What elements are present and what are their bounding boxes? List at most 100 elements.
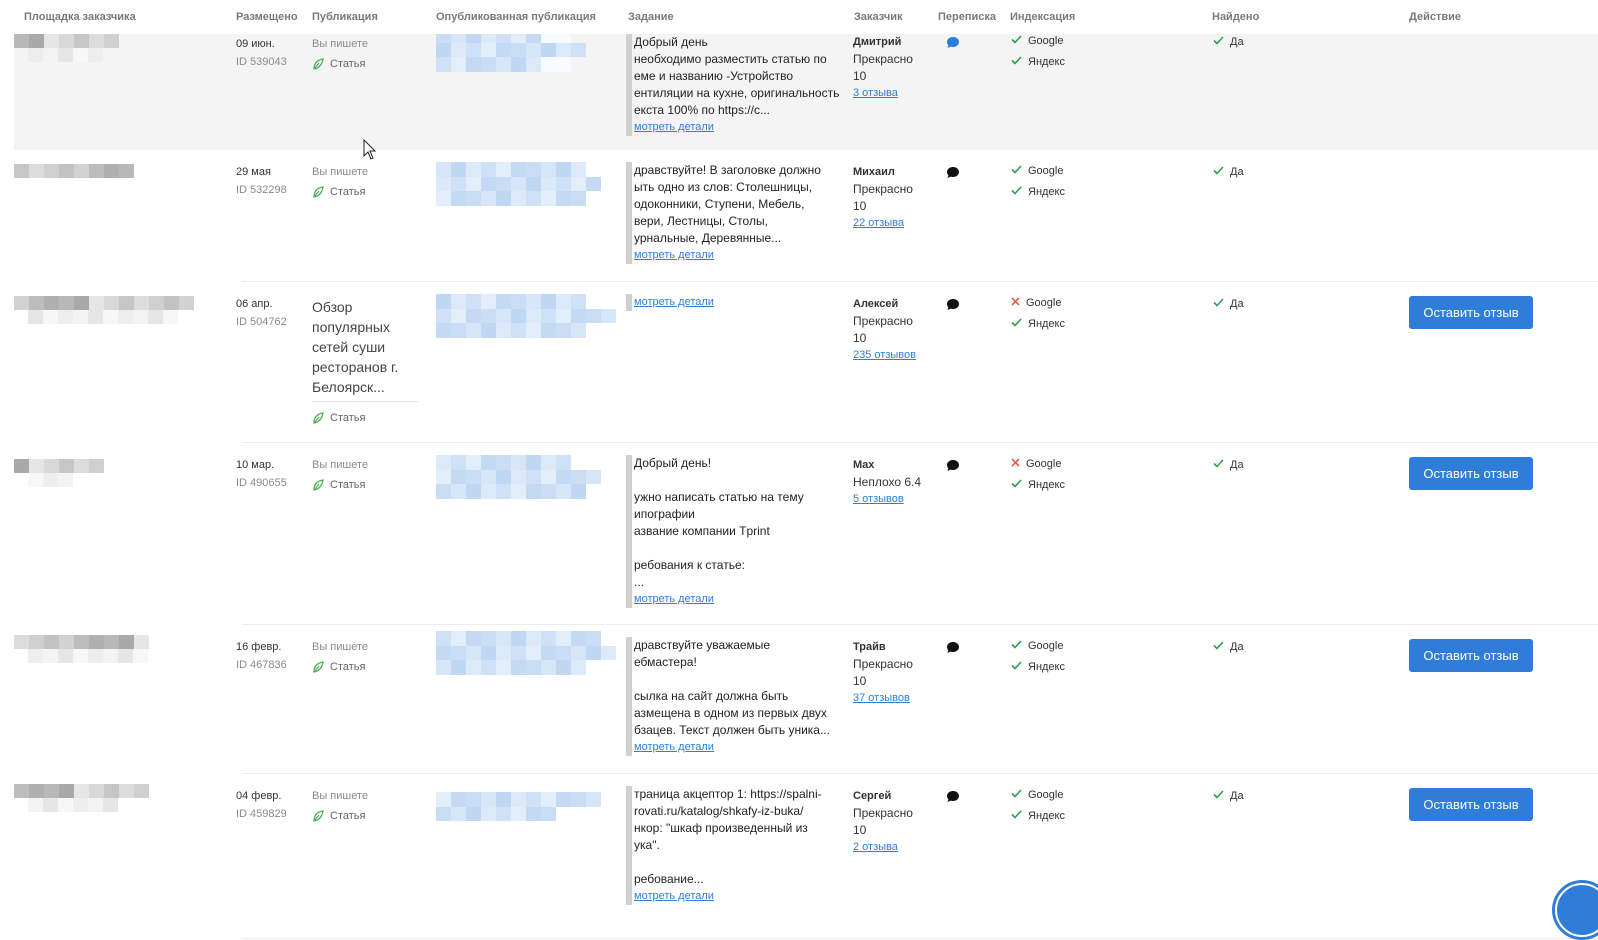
found-status: Да bbox=[1213, 34, 1244, 50]
redacted-line bbox=[436, 645, 616, 660]
customer-rating-value: 10 bbox=[853, 331, 867, 345]
indexing-cell: Google Яндекс bbox=[1011, 160, 1065, 202]
customer-reviews-link[interactable]: 235 отзывов bbox=[853, 347, 933, 364]
customer-reviews-link[interactable]: 2 отзыва bbox=[853, 839, 933, 856]
found-label: Да bbox=[1230, 166, 1244, 178]
placed-cell: 06 апр. ID 504762 bbox=[236, 296, 287, 330]
redacted-line bbox=[436, 792, 601, 807]
header-customer[interactable]: Заказчик bbox=[854, 11, 902, 23]
customer-rating-value: 10 bbox=[853, 199, 867, 213]
site-name-redacted bbox=[14, 34, 119, 62]
published-link-redacted[interactable] bbox=[436, 631, 616, 675]
leave-review-button[interactable]: Оставить отзыв bbox=[1409, 296, 1533, 329]
redacted-line bbox=[436, 484, 601, 499]
task-indent-bar bbox=[626, 786, 632, 905]
leave-review-button[interactable]: Оставить отзыв bbox=[1409, 639, 1533, 672]
google-index-status: Google bbox=[1011, 635, 1065, 656]
header-indexing[interactable]: Индексация bbox=[1010, 11, 1075, 23]
task-details-link[interactable]: мотреть детали bbox=[628, 247, 843, 264]
table-row[interactable]: 04 февр. ID 459829 Вы пишете Статья траница … bbox=[14, 774, 1598, 939]
chat-black-icon[interactable] bbox=[946, 298, 960, 316]
publication-cell: Вы пишете Статья bbox=[312, 639, 368, 675]
redacted-block bbox=[14, 635, 149, 649]
publication-cell: Вы пишете Статья bbox=[312, 36, 368, 72]
article-type: Статья bbox=[312, 659, 368, 675]
writer-status: Вы пишете bbox=[312, 459, 369, 471]
publication-cell: Вы пишете Статья bbox=[312, 788, 368, 824]
redacted-block bbox=[14, 164, 134, 178]
yandex-label: Яндекс bbox=[1028, 55, 1065, 68]
task-text: Добрый день необходимо разместить статью… bbox=[634, 35, 840, 117]
redacted-line bbox=[436, 323, 616, 338]
redacted-block bbox=[14, 459, 104, 473]
published-link-redacted[interactable] bbox=[436, 792, 601, 821]
check-icon bbox=[1011, 184, 1022, 200]
header-published-publication[interactable]: Опубликованная публикация bbox=[436, 11, 596, 23]
task-cell: мотреть детали bbox=[626, 294, 843, 311]
table-row[interactable]: 16 февр. ID 467836 Вы пишете Статья дравству… bbox=[14, 625, 1598, 774]
table-row[interactable]: 06 апр. ID 504762 Обзор популярных сетей с… bbox=[14, 282, 1598, 443]
chat-black-icon[interactable] bbox=[946, 790, 960, 808]
found-label: Да bbox=[1230, 641, 1244, 653]
customer-cell: Алексей Прекрасно 10 235 отзывов bbox=[853, 296, 933, 364]
table-row[interactable]: 10 мар. ID 490655 Вы пишете Статья Добрый де… bbox=[14, 443, 1598, 625]
header-publication[interactable]: Публикация bbox=[312, 11, 378, 23]
chat-black-icon[interactable] bbox=[946, 641, 960, 659]
article-label: Статья bbox=[330, 58, 366, 70]
google-index-status: Google bbox=[1011, 292, 1065, 313]
task-cell: дравствуйте! В заголовке должно ыть одно… bbox=[626, 162, 843, 264]
chat-blue-icon[interactable] bbox=[946, 36, 960, 54]
header-found[interactable]: Найдено bbox=[1212, 11, 1259, 23]
chat-black-icon[interactable] bbox=[946, 459, 960, 477]
task-details-link[interactable]: мотреть детали bbox=[628, 739, 843, 756]
google-label: Google bbox=[1028, 164, 1064, 177]
order-id: ID 490655 bbox=[236, 477, 287, 489]
header-task[interactable]: Задание bbox=[628, 11, 674, 23]
customer-rating: Прекрасно bbox=[853, 657, 913, 671]
customer-cell: Михаил Прекрасно 10 22 отзыва bbox=[853, 164, 933, 232]
customer-reviews-link[interactable]: 3 отзыва bbox=[853, 85, 933, 102]
placed-cell: 09 июн. ID 539043 bbox=[236, 36, 287, 70]
indexing-cell: Google Яндекс bbox=[1011, 453, 1065, 495]
published-link-redacted[interactable] bbox=[436, 162, 601, 206]
chat-black-icon[interactable] bbox=[946, 166, 960, 184]
customer-rating: Прекрасно bbox=[853, 182, 913, 196]
check-icon bbox=[1213, 639, 1224, 655]
yandex-label: Яндекс bbox=[1028, 317, 1065, 330]
customer-reviews-link[interactable]: 5 отзывов bbox=[853, 491, 933, 508]
leave-review-button[interactable]: Оставить отзыв bbox=[1409, 788, 1533, 821]
indexing-cell: Google Яндекс bbox=[1011, 635, 1065, 677]
yandex-index-status: Яндекс bbox=[1011, 51, 1065, 72]
table-row[interactable]: 09 июн. ID 539043 Вы пишете Статья Добрый де… bbox=[14, 28, 1598, 150]
header-site[interactable]: Площадка заказчика bbox=[24, 11, 136, 23]
placed-date: 29 мая bbox=[236, 166, 271, 178]
table-row[interactable]: 29 мая ID 532298 Вы пишете Статья дравствуйт… bbox=[14, 150, 1598, 282]
task-details-link[interactable]: мотреть детали bbox=[628, 119, 843, 136]
placed-date: 16 февр. bbox=[236, 641, 282, 653]
writer-status: Вы пишете bbox=[312, 38, 369, 50]
redacted-line bbox=[436, 162, 601, 177]
writer-status: Вы пишете bbox=[312, 641, 369, 653]
publication-title[interactable]: Обзор популярных сетей суши ресторанов г… bbox=[312, 297, 418, 402]
found-status: Да bbox=[1213, 296, 1244, 312]
redacted-block bbox=[28, 473, 104, 487]
task-details-link[interactable]: мотреть детали bbox=[628, 888, 843, 905]
redacted-block bbox=[28, 48, 119, 62]
published-link-redacted[interactable] bbox=[436, 28, 586, 72]
task-cell: Добрый день необходимо разместить статью… bbox=[626, 34, 843, 136]
header-placed[interactable]: Размещено bbox=[236, 11, 298, 23]
order-id: ID 467836 bbox=[236, 659, 287, 671]
task-details-link[interactable]: мотреть детали bbox=[628, 591, 843, 608]
published-link-redacted[interactable] bbox=[436, 455, 601, 499]
check-icon bbox=[1011, 316, 1022, 332]
customer-reviews-link[interactable]: 37 отзывов bbox=[853, 690, 933, 707]
leave-review-button[interactable]: Оставить отзыв bbox=[1409, 457, 1533, 490]
header-chat[interactable]: Переписка bbox=[938, 11, 996, 23]
customer-name: Сергей bbox=[853, 790, 892, 802]
found-label: Да bbox=[1230, 298, 1244, 310]
table-header: Площадка заказчика Размещено Публикация … bbox=[0, 0, 1598, 34]
customer-reviews-link[interactable]: 22 отзыва bbox=[853, 215, 933, 232]
published-link-redacted[interactable] bbox=[436, 294, 616, 338]
mouse-cursor-icon bbox=[363, 139, 377, 160]
task-details-link[interactable]: мотреть детали bbox=[628, 294, 843, 311]
